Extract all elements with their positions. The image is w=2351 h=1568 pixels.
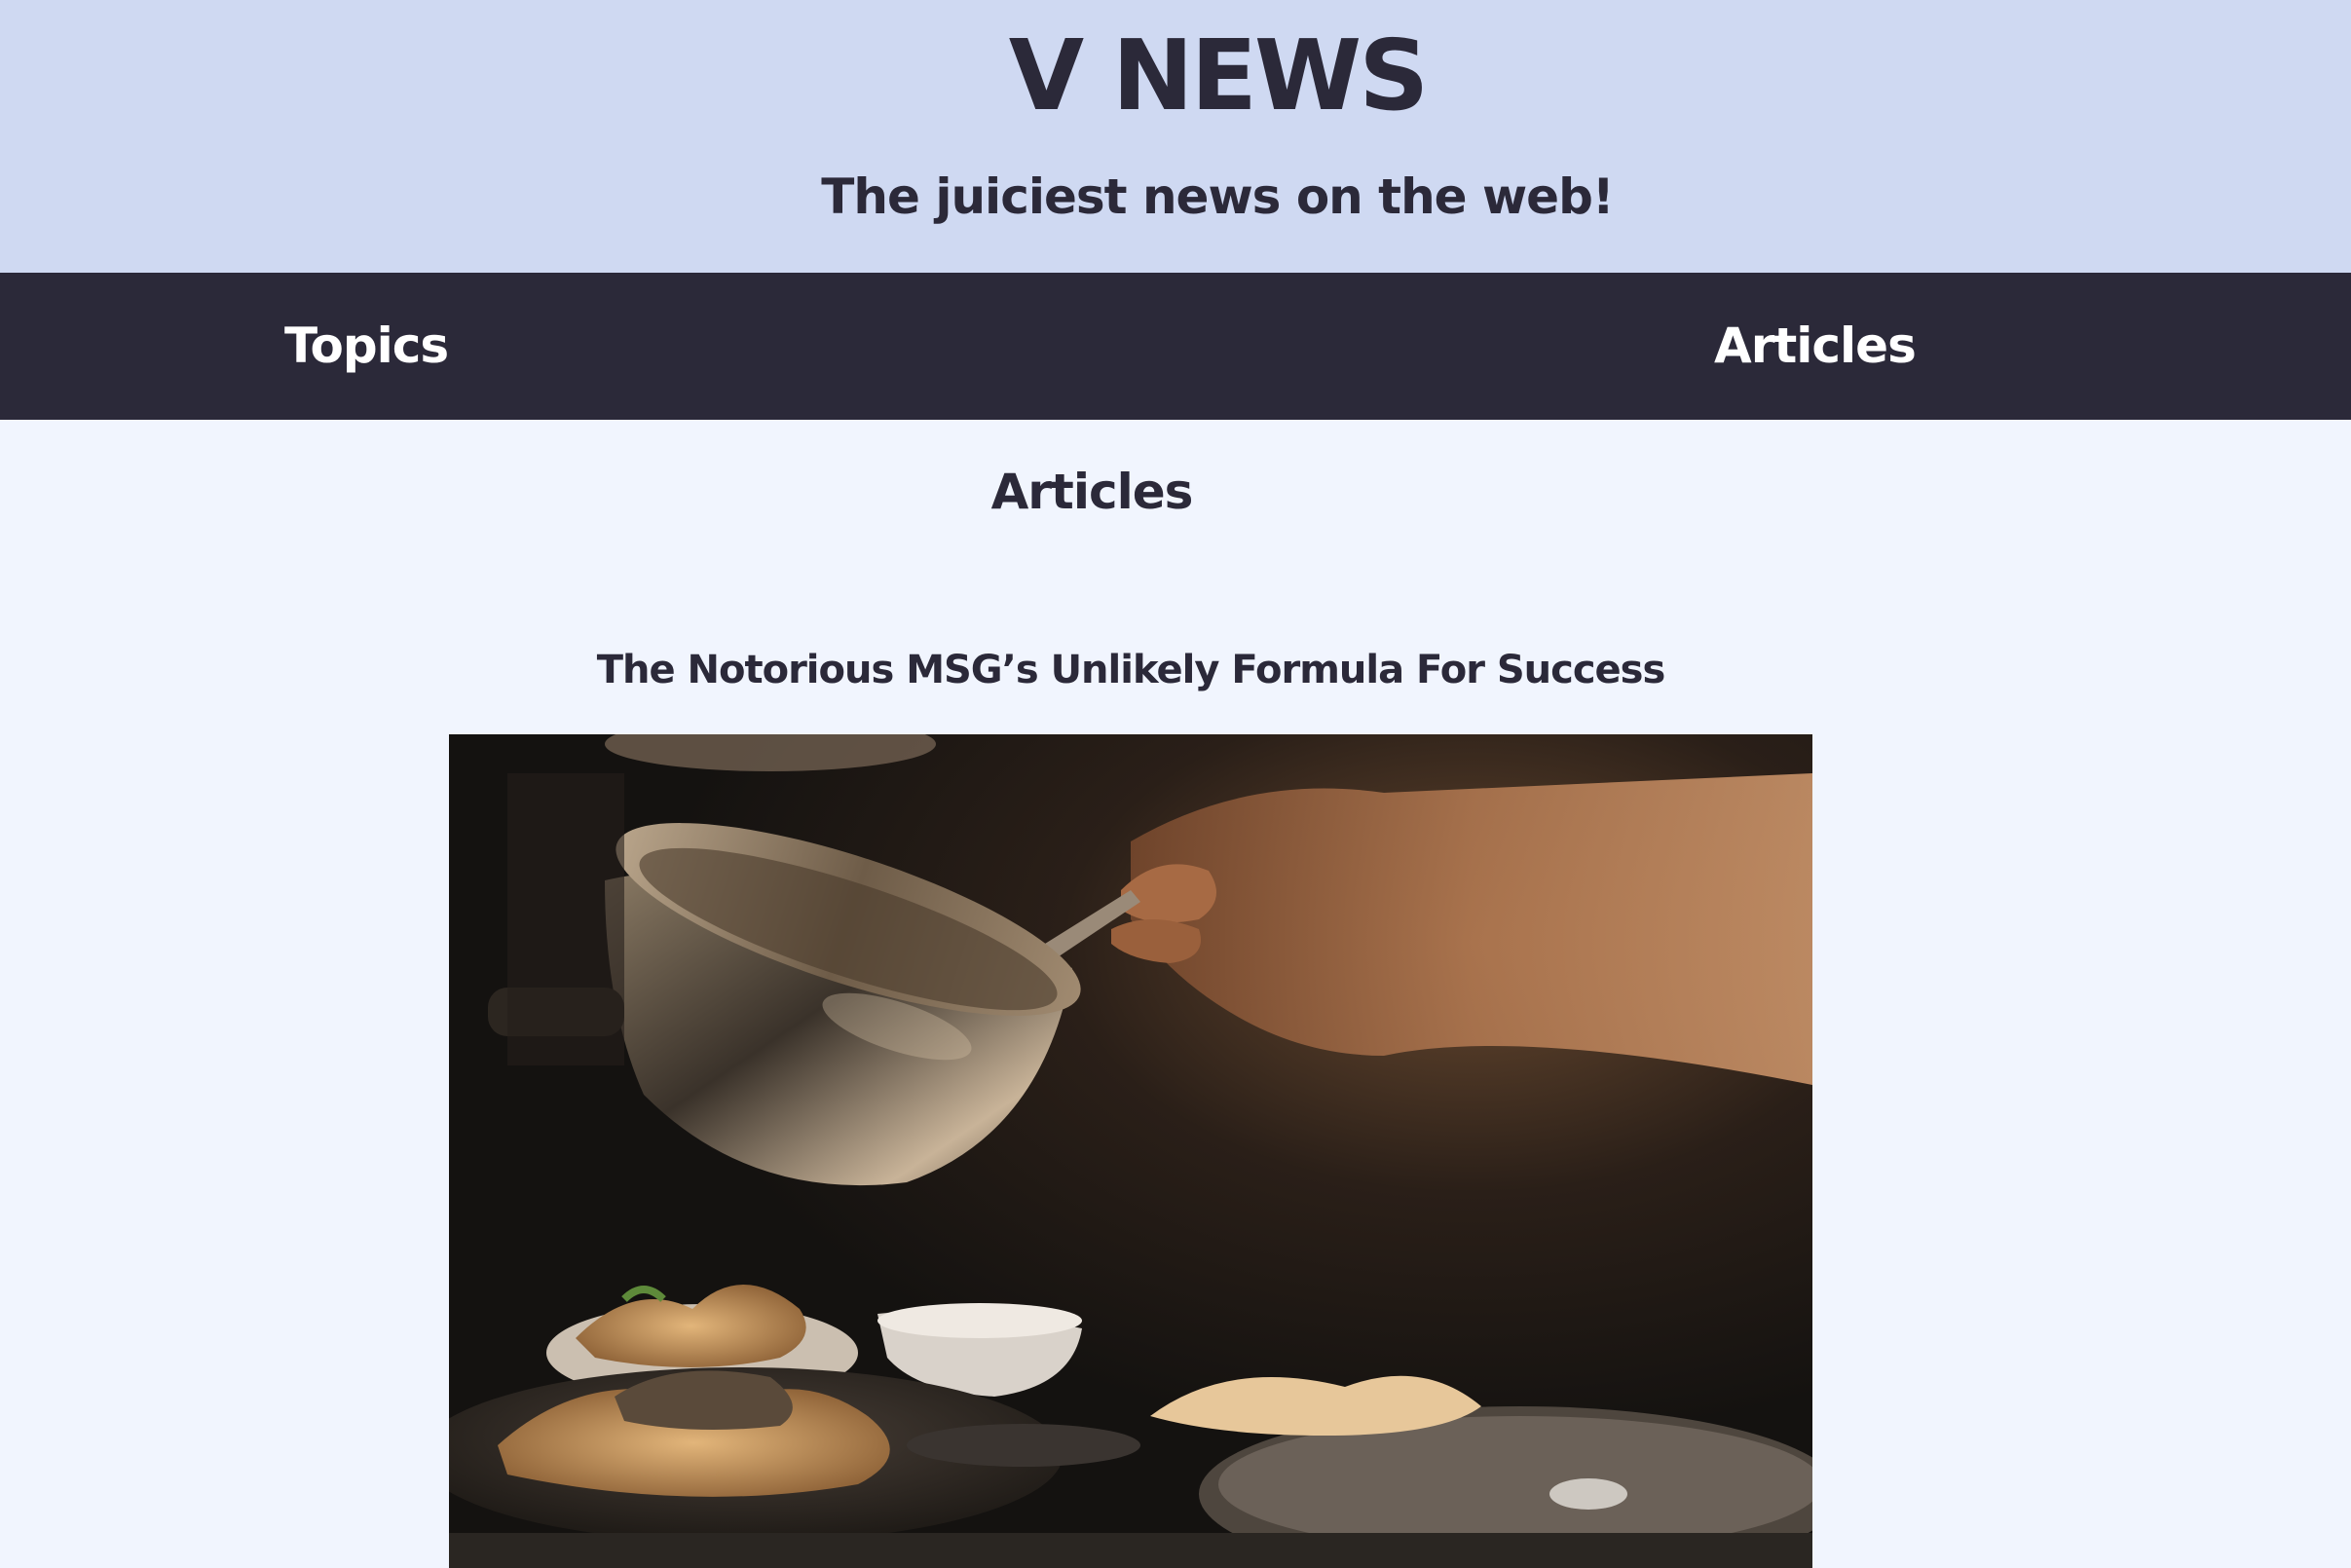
section-heading: Articles — [990, 464, 1194, 520]
chef-pouring-sauce-photo — [449, 734, 1812, 1568]
site-tagline: The juiciest news on the web! — [821, 168, 1614, 225]
site-header: V NEWS The juiciest news on the web! — [0, 0, 2351, 273]
nav-link-topics[interactable]: Topics — [284, 273, 449, 420]
nav-link-articles[interactable]: Articles — [1714, 273, 1917, 420]
main-nav: Topics Articles — [0, 273, 2351, 420]
article-image[interactable] — [449, 734, 1812, 1568]
article-title[interactable]: The Notorious MSG’s Unlikely Formula For… — [0, 643, 2261, 697]
site-title[interactable]: V NEWS — [0, 18, 2351, 134]
